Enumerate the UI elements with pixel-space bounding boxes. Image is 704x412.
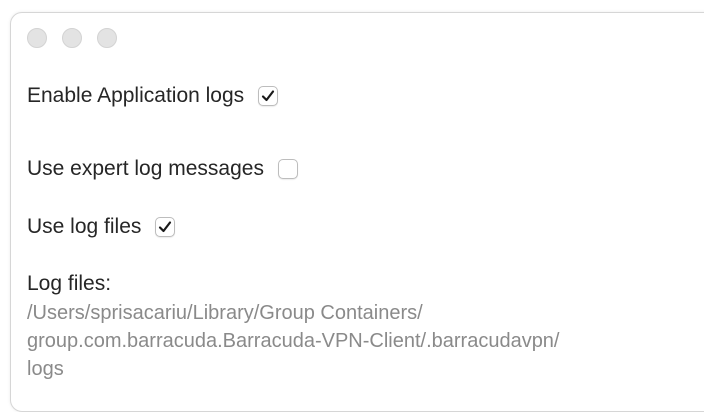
window-close-button[interactable]: [27, 28, 47, 48]
enable-app-logs-checkbox[interactable]: [258, 86, 279, 106]
log-files-path: /Users/sprisacariu/Library/Group Contain…: [27, 299, 687, 383]
use-log-files-checkbox[interactable]: [155, 217, 176, 237]
enable-app-logs-row: Enable Application logs: [27, 84, 279, 108]
enable-app-logs-label: Enable Application logs: [27, 84, 245, 107]
window-zoom-button[interactable]: [97, 28, 117, 48]
expert-log-messages-label: Use expert log messages: [27, 157, 264, 180]
checkmark-icon: [159, 221, 172, 233]
checkmark-icon: [262, 90, 275, 102]
log-files-path-line: group.com.barracuda.Barracuda-VPN-Client…: [27, 330, 560, 352]
log-files-path-line: /Users/sprisacariu/Library/Group Contain…: [27, 302, 423, 324]
expert-log-messages-checkbox[interactable]: [277, 159, 298, 179]
expert-log-messages-row: Use expert log messages: [27, 157, 298, 181]
use-log-files-row: Use log files: [27, 215, 176, 239]
log-files-path-line: logs: [27, 358, 64, 380]
window-minimize-button[interactable]: [62, 28, 82, 48]
use-log-files-label: Use log files: [27, 215, 142, 238]
log-files-label: Log files:: [27, 272, 112, 295]
